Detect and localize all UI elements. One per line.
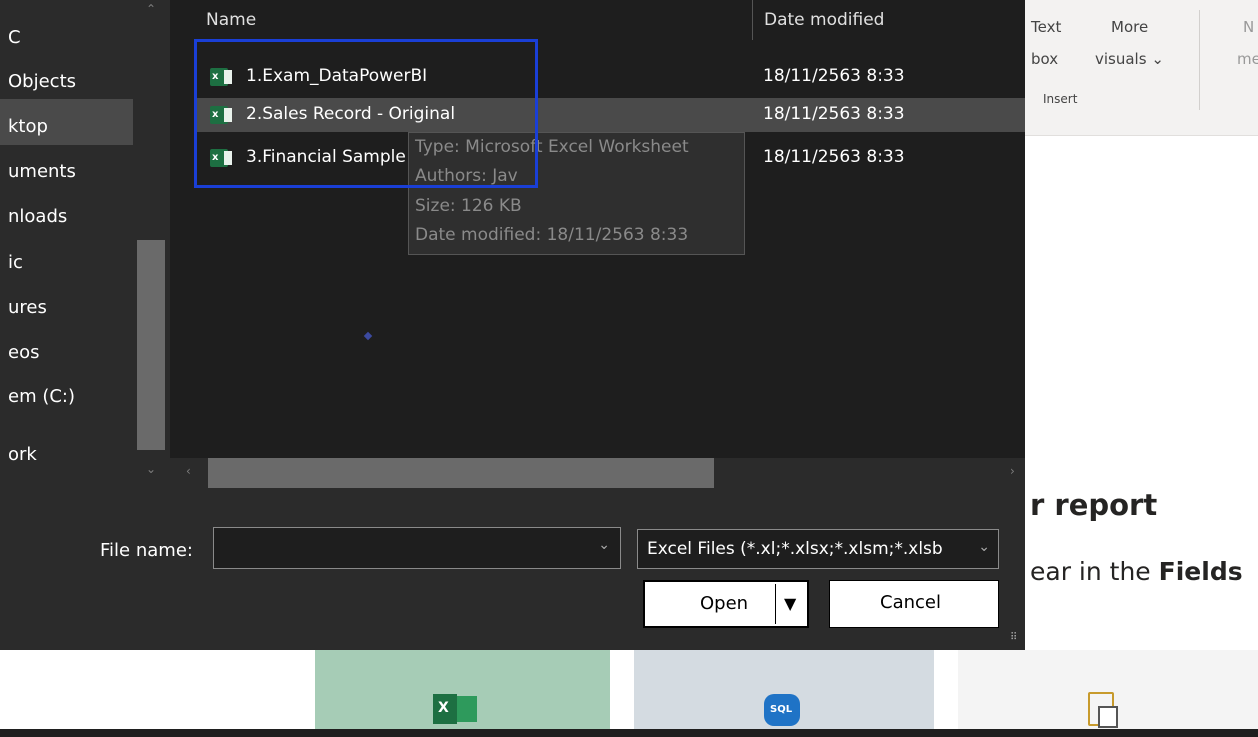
nav-item-selected[interactable]: ktop — [8, 116, 48, 137]
tooltip-size: Size: 126 KB — [415, 196, 522, 216]
ribbon-cut-line1[interactable]: N — [1243, 18, 1254, 36]
report-heading: r report — [1030, 488, 1158, 522]
nav-item[interactable]: Objects — [8, 71, 76, 92]
nav-item[interactable]: uments — [8, 161, 76, 182]
open-button-label: Open — [700, 593, 749, 614]
column-divider[interactable] — [752, 0, 753, 40]
nav-item[interactable]: C — [8, 27, 21, 48]
chevron-down-icon: ⌄ — [1151, 50, 1164, 68]
file-type-filter-value: Excel Files (*.xl;*.xlsx;*.xlsm;*.xlsb — [647, 539, 943, 559]
caret-down-icon[interactable]: ▼ — [784, 594, 796, 613]
nav-item[interactable]: em (C:) — [8, 386, 75, 407]
file-name-input[interactable]: ⌄ — [213, 527, 621, 569]
scroll-right-icon[interactable]: › — [1010, 464, 1015, 478]
file-type-filter[interactable]: Excel Files (*.xl;*.xlsx;*.xlsm;*.xlsb ⌄ — [637, 529, 999, 569]
report-subtext: ear in the Fields — [1030, 557, 1243, 586]
nav-item[interactable]: ork — [8, 444, 37, 465]
scroll-left-icon[interactable]: ‹ — [186, 464, 191, 478]
ribbon-text-box-line1[interactable]: Text — [1031, 18, 1061, 36]
excel-icon: X — [433, 694, 477, 724]
ribbon-divider — [1199, 10, 1200, 110]
paste-source-tile[interactable] — [958, 650, 1258, 737]
ribbon-more-visuals-line1[interactable]: More — [1111, 18, 1148, 36]
nav-scrollbar-thumb[interactable] — [137, 240, 165, 450]
nav-item[interactable]: nloads — [8, 206, 67, 227]
cancel-button[interactable]: Cancel — [829, 580, 999, 628]
annotation-highlight-box — [194, 39, 538, 188]
excel-source-tile[interactable]: X — [315, 650, 610, 737]
nav-item[interactable]: ic — [8, 252, 23, 273]
horizontal-scrollbar-thumb[interactable] — [208, 458, 714, 488]
tooltip-date: Date modified: 18/11/2563 8:33 — [415, 225, 689, 245]
scroll-up-icon[interactable]: ⌃ — [146, 2, 156, 16]
chevron-down-icon[interactable]: ⌄ — [598, 537, 610, 553]
column-header-date-modified[interactable]: Date modified — [764, 10, 884, 30]
scroll-down-icon[interactable]: ⌄ — [146, 462, 156, 476]
file-date: 18/11/2563 8:33 — [763, 66, 905, 86]
ribbon-group-label: Insert — [1043, 92, 1078, 106]
column-header-name[interactable]: Name — [206, 10, 256, 30]
cancel-button-label: Cancel — [880, 592, 941, 613]
open-button[interactable]: Open ▼ — [643, 580, 809, 628]
ribbon-text-box-line2[interactable]: box — [1031, 50, 1058, 68]
taskbar-edge — [0, 729, 1258, 737]
sql-source-tile[interactable]: SQL — [634, 650, 934, 737]
file-date: 18/11/2563 8:33 — [763, 147, 905, 167]
sql-icon: SQL — [764, 694, 800, 726]
ribbon-cut-line2[interactable]: me — [1237, 50, 1258, 68]
chevron-down-icon: ⌄ — [978, 539, 990, 555]
open-split-divider — [775, 584, 776, 624]
nav-item[interactable]: eos — [8, 342, 39, 363]
nav-item[interactable]: ures — [8, 297, 47, 318]
ribbon: Text box More visuals ⌄ Insert N me — [1025, 0, 1258, 136]
ribbon-more-visuals-line2[interactable]: visuals ⌄ — [1095, 50, 1164, 68]
resize-grip-icon[interactable]: ⠿ — [1010, 632, 1017, 643]
file-name-label: File name: — [100, 540, 193, 561]
file-date: 18/11/2563 8:33 — [763, 104, 905, 124]
clipboard-icon — [1088, 692, 1118, 728]
